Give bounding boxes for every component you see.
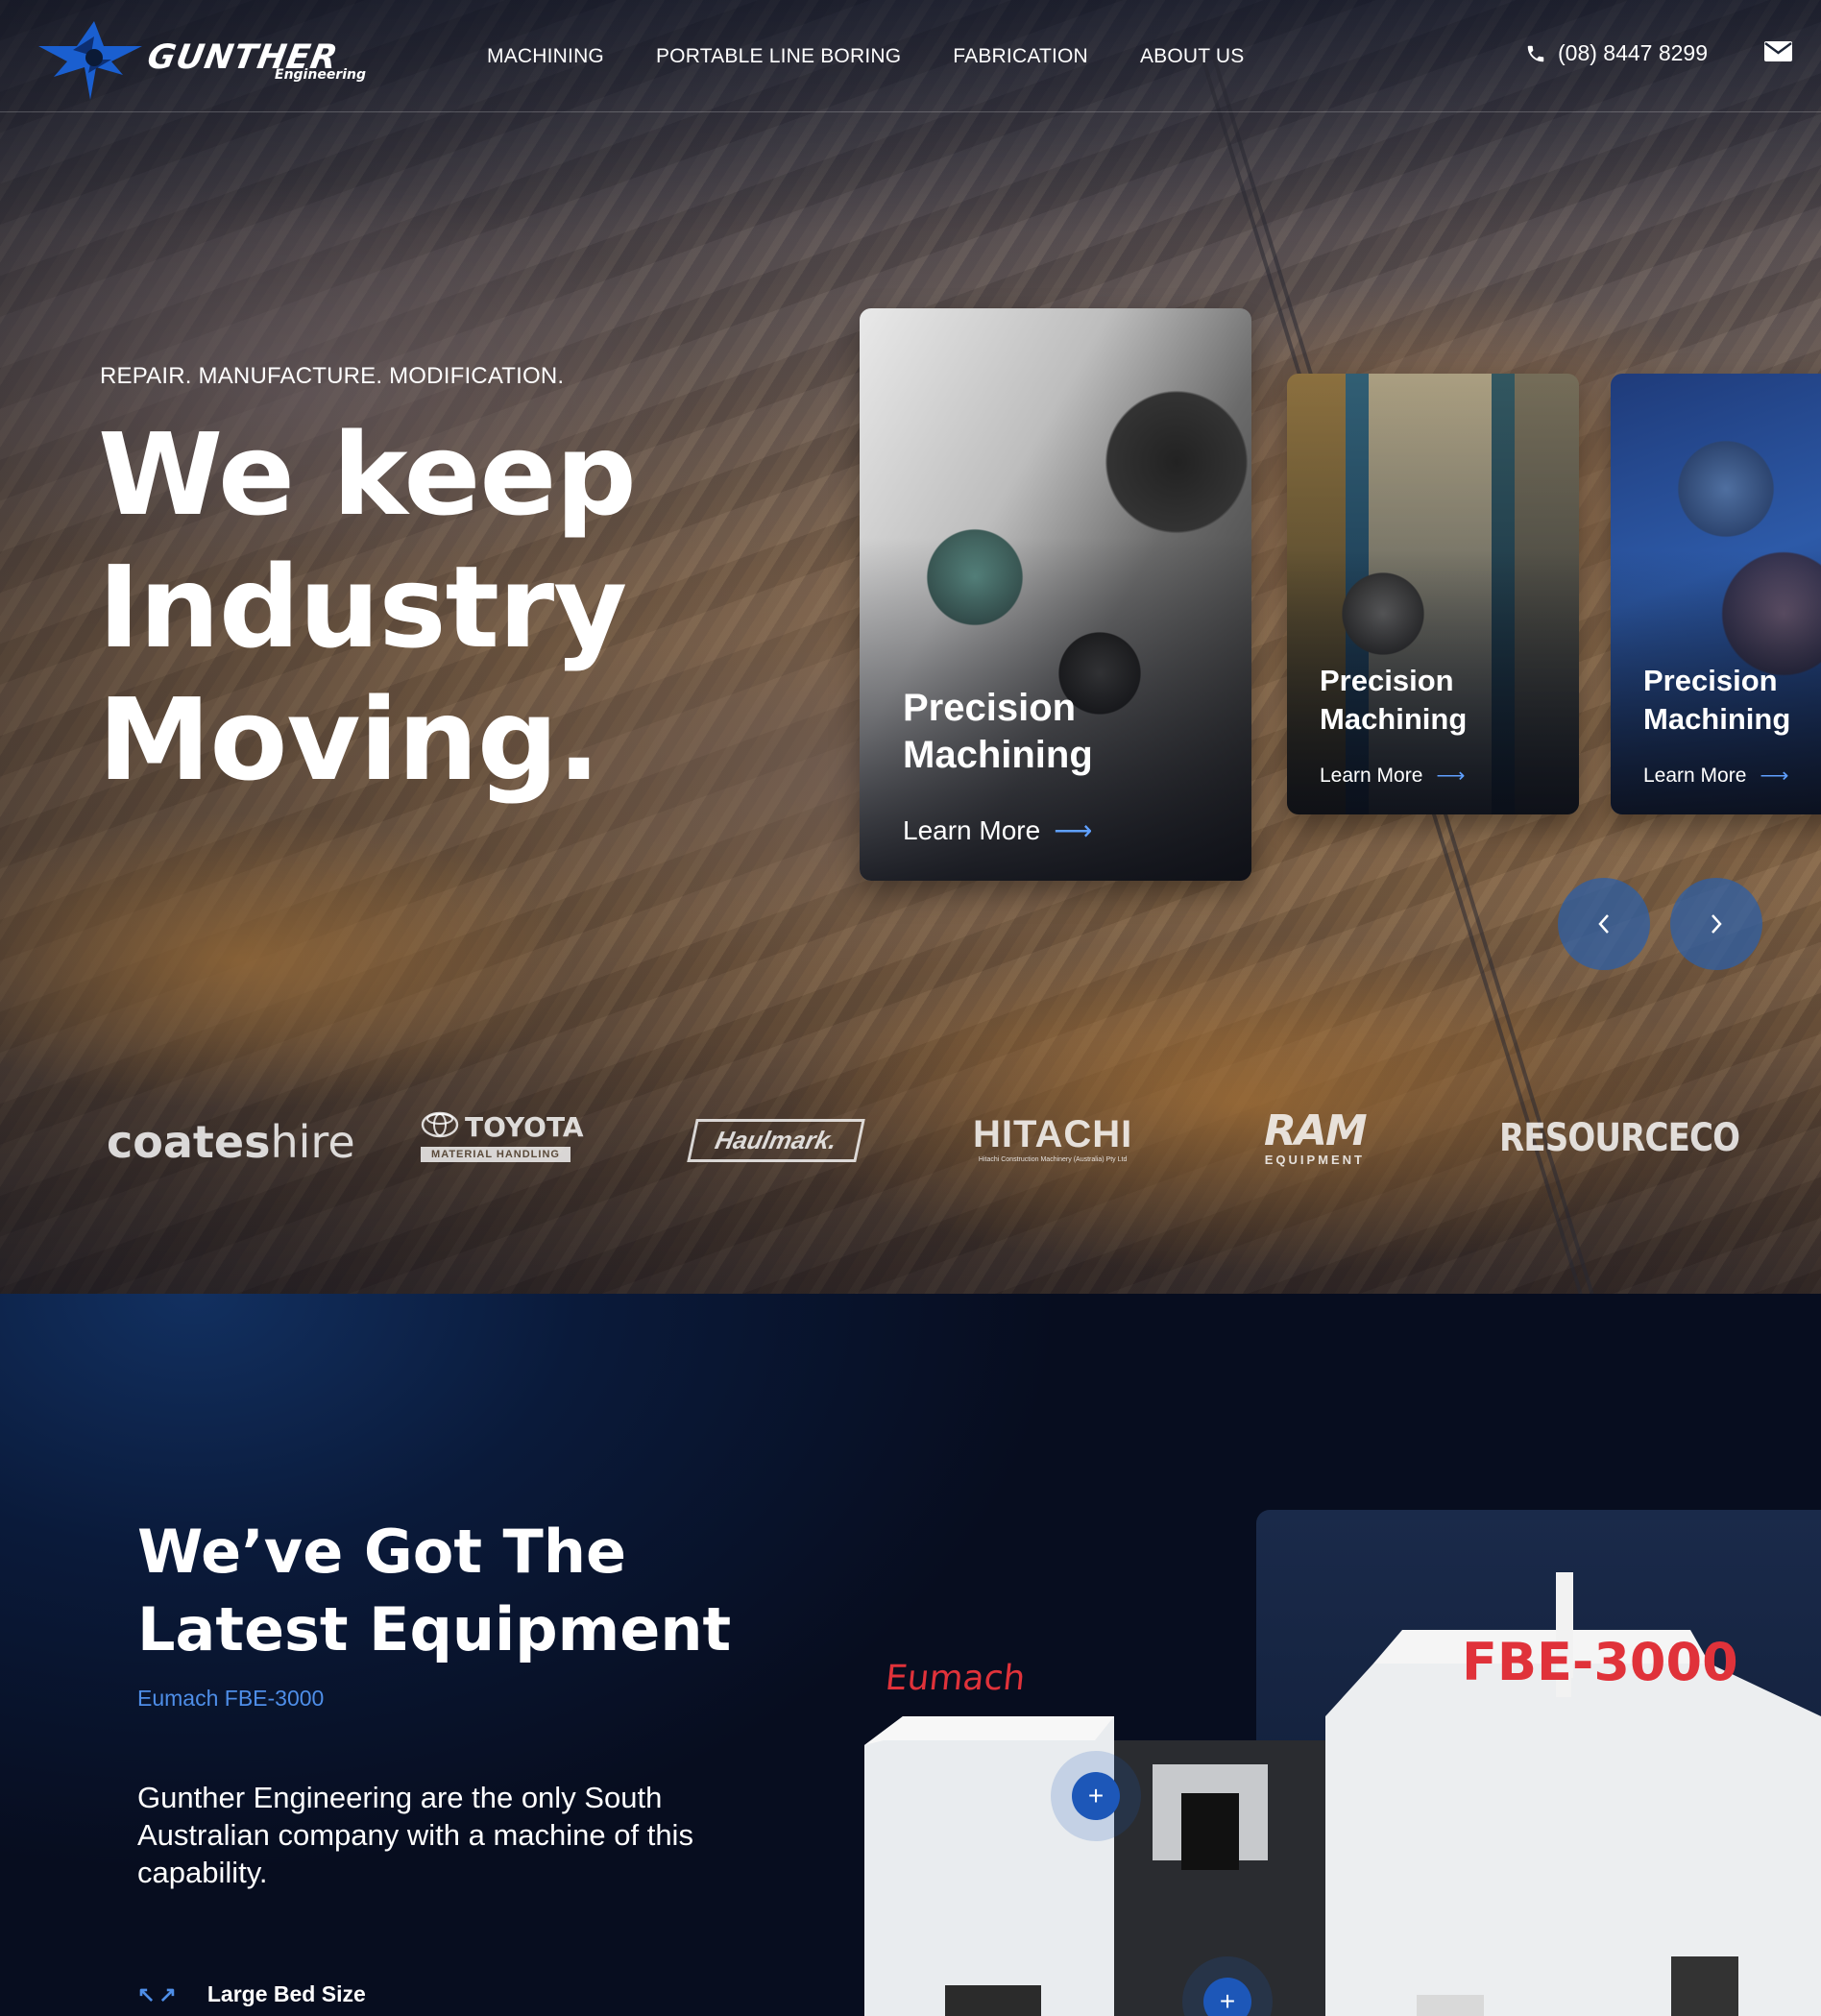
hero-headline-line: Moving. (98, 673, 600, 806)
arrow-right-icon: ⟶ (1760, 765, 1789, 787)
machine-brand-label: Eumach (883, 1659, 1028, 1698)
logo-subtitle: Engineering (275, 67, 366, 83)
card-title: Precision Machining (903, 687, 1093, 776)
service-card[interactable]: Precision Machining Learn More ⟶ (860, 308, 1251, 881)
slider-prev-button[interactable] (1558, 878, 1650, 970)
machine-model-label: FBE-3000 (1462, 1632, 1738, 1692)
expand-arrows-icon: ↖↗ (137, 1981, 181, 2006)
top-navigation: GUNTHER Engineering MACHINING PORTABLE L… (0, 0, 1821, 112)
card-title: Precision Machining (1643, 664, 1791, 736)
client-logos: coateshire TOYOTA MATERIAL HANDLING Haul… (0, 1105, 1821, 1181)
hero-headline: We keep Industry Moving. (98, 408, 637, 806)
service-card[interactable]: Precision Machining Learn More ⟶ (1611, 374, 1821, 814)
client-logo-ram-equipment: RAM EQUIPMENT (1264, 1106, 1368, 1168)
equipment-hotspot-button[interactable]: + (1072, 1772, 1120, 1820)
learn-more-link[interactable]: Learn More ⟶ (1643, 764, 1789, 788)
hero-headline-line: We keep (98, 408, 637, 541)
nav-link-portable-line-boring[interactable]: PORTABLE LINE BORING (656, 45, 901, 68)
hero-tagline: REPAIR. MANUFACTURE. MODIFICATION. (100, 363, 565, 389)
nav-link-about-us[interactable]: ABOUT US (1140, 45, 1245, 68)
phone-link[interactable]: (08) 8447 8299 (1525, 40, 1708, 66)
mail-icon (1764, 41, 1792, 61)
client-logo-toyota: TOYOTA MATERIAL HANDLING (421, 1111, 584, 1162)
chevron-left-icon (1598, 914, 1609, 934)
equipment-model: Eumach FBE-3000 (137, 1686, 325, 1711)
logo-emblem-icon (38, 21, 142, 100)
chevron-right-icon (1712, 914, 1722, 934)
arrow-right-icon: ⟶ (1054, 815, 1093, 845)
phone-icon (1527, 45, 1544, 61)
nav-link-fabrication[interactable]: FABRICATION (953, 45, 1088, 68)
hero-headline-line: Industry (98, 541, 627, 673)
equipment-heading: We’ve Got The Latest Equipment (137, 1517, 732, 1664)
nav-link-machining[interactable]: MACHINING (487, 45, 604, 68)
client-logo-resourceco: RESOURCECO (1499, 1116, 1740, 1160)
learn-more-link[interactable]: Learn More ⟶ (903, 814, 1092, 846)
client-logo-hitachi: HITACHI Hitachi Construction Machinery (… (973, 1113, 1133, 1163)
card-title: Precision Machining (1320, 664, 1468, 736)
phone-number: (08) 8447 8299 (1558, 40, 1709, 65)
equipment-description: Gunther Engineering are the only South A… (137, 1781, 693, 1889)
equipment-feature: ↖↗ Large Bed Size (137, 1981, 366, 2006)
toyota-emblem-icon (421, 1111, 459, 1138)
client-logo-coates-hire: coateshire (107, 1116, 355, 1168)
slider-next-button[interactable] (1670, 878, 1762, 970)
equipment-section: We’ve Got The Latest Equipment Eumach FB… (0, 1294, 1821, 2016)
plus-icon: + (1219, 1986, 1236, 2016)
learn-more-link[interactable]: Learn More ⟶ (1320, 764, 1466, 788)
email-button[interactable] (1764, 41, 1792, 66)
client-logo-haulmark: Haulmark. (687, 1119, 865, 1162)
arrow-right-icon: ⟶ (1436, 765, 1466, 787)
service-card[interactable]: Precision Machining Learn More ⟶ (1287, 374, 1579, 814)
main-menu: MACHINING PORTABLE LINE BORING FABRICATI… (487, 45, 1245, 68)
plus-icon: + (1087, 1781, 1105, 1810)
site-logo[interactable]: GUNTHER Engineering (35, 17, 380, 104)
